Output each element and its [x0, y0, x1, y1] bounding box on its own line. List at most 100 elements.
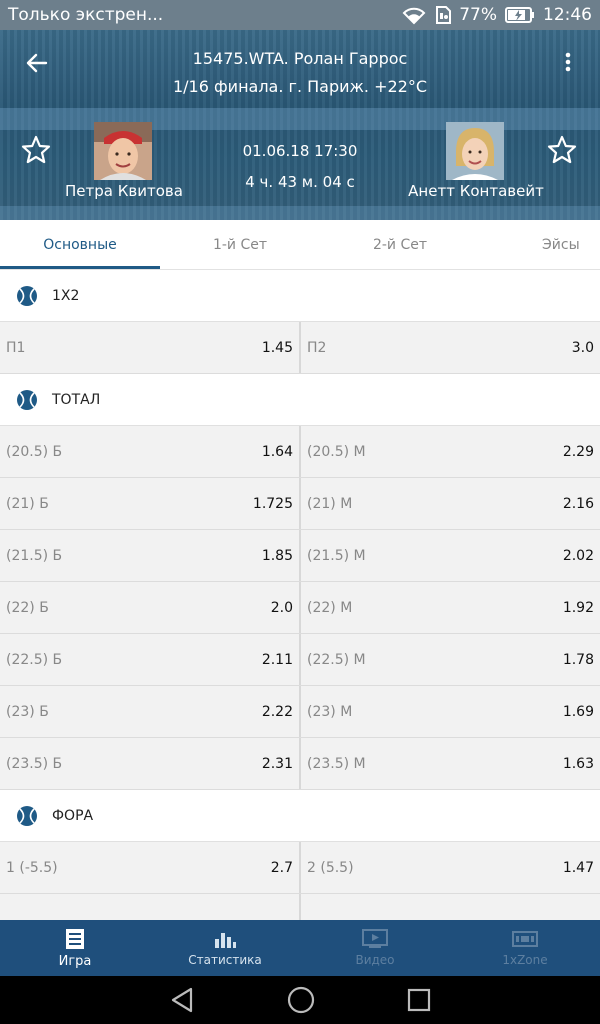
back-triangle-icon[interactable]: [169, 986, 195, 1014]
odds-value: 2.0: [270, 599, 293, 616]
nav-label: Игра: [58, 953, 92, 969]
odds-cell[interactable]: (23) М 1.69: [301, 686, 600, 737]
odds-label: 1 (-5.5): [6, 859, 58, 876]
odds-cell[interactable]: (21) Б 1.725: [0, 478, 301, 529]
odds-cell[interactable]: [0, 894, 301, 920]
odds-cell[interactable]: П1 1.45: [0, 322, 301, 373]
odds-label: 2 (5.5): [307, 859, 354, 876]
back-button[interactable]: [22, 50, 52, 76]
table-row: (22.5) Б 2.11 (22.5) М 1.78: [0, 634, 600, 686]
odds-value: 2.16: [562, 495, 594, 512]
nav-video[interactable]: Видео: [300, 920, 450, 976]
status-notification: Только экстрен...: [8, 5, 164, 25]
nav-1xzone[interactable]: 1xZone: [450, 920, 600, 976]
home-circle-icon[interactable]: [287, 986, 315, 1014]
odds-cell[interactable]: 2 (5.5) 1.47: [301, 842, 600, 893]
favorite-player1-button[interactable]: [20, 134, 52, 166]
table-row: (21) Б 1.725 (21) М 2.16: [0, 478, 600, 530]
section-title: ТОТАЛ: [52, 391, 101, 408]
odds-label: (22.5) М: [307, 651, 366, 668]
stadium-banner-lower: [0, 206, 600, 220]
odds-value: 2.22: [261, 703, 293, 720]
odds-value: 2.11: [261, 651, 293, 668]
odds-value: 2.7: [270, 859, 293, 876]
table-row: П1 1.45 П2 3.0: [0, 322, 600, 374]
odds-label: (21.5) М: [307, 547, 366, 564]
odds-label: (21) М: [307, 495, 353, 512]
odds-value: 1.725: [252, 495, 293, 512]
odds-cell[interactable]: (22) М 1.92: [301, 582, 600, 633]
table-row: (20.5) Б 1.64 (20.5) М 2.29: [0, 426, 600, 478]
odds-cell[interactable]: (21) М 2.16: [301, 478, 600, 529]
player2-name: Анетт Контавейт: [408, 182, 544, 200]
odds-label: (22) М: [307, 599, 353, 616]
odds-cell[interactable]: (22.5) Б 2.11: [0, 634, 301, 685]
event-subtitle: 1/16 финала. г. Париж. +22°C: [172, 77, 428, 96]
nav-label: 1xZone: [502, 953, 548, 967]
match-header: 15475.WTA. Ролан Гаррос 1/16 финала. г. …: [0, 30, 600, 220]
odds-cell[interactable]: 1 (-5.5) 2.7: [0, 842, 301, 893]
tennis-ball-icon: [17, 389, 37, 410]
odds-cell[interactable]: (20.5) М 2.29: [301, 426, 600, 477]
section-title: ФОРА: [52, 807, 94, 824]
odds-label: (20.5) Б: [6, 443, 63, 460]
odds-value: 2.02: [562, 547, 594, 564]
stats-icon: [215, 933, 236, 948]
odds-cell[interactable]: (22.5) М 1.78: [301, 634, 600, 685]
tab-aces[interactable]: Эйсы: [500, 220, 600, 270]
arrow-left-icon: [26, 53, 48, 73]
odds-value: 1.64: [261, 443, 293, 460]
odds-value: 1.45: [261, 339, 293, 356]
odds-label: (23) Б: [6, 703, 49, 720]
table-row: [0, 894, 600, 920]
video-icon: [362, 929, 388, 948]
player2-avatar: [446, 122, 504, 180]
star-outline-icon: [547, 135, 577, 164]
odds-label: (23) М: [307, 703, 353, 720]
nav-game[interactable]: Игра: [0, 920, 150, 976]
odds-value: 1.78: [562, 651, 594, 668]
tab-main[interactable]: Основные: [0, 220, 160, 270]
odds-cell[interactable]: (21.5) Б 1.85: [0, 530, 301, 581]
odds-cell[interactable]: (23.5) М 1.63: [301, 738, 600, 789]
tab-set-1[interactable]: 1-й Сет: [160, 220, 320, 270]
odds-value: 1.63: [562, 755, 594, 772]
markets-list[interactable]: 1X2 П1 1.45 П2 3.0 ТОТАЛ (20.5) Б 1.64 (20.…: [0, 270, 600, 920]
overflow-menu-button[interactable]: [556, 48, 580, 76]
odds-value: 1.69: [562, 703, 594, 720]
game-icon: [66, 928, 84, 949]
odds-label: (21.5) Б: [6, 547, 63, 564]
zone-icon: [512, 931, 538, 947]
nav-label: Видео: [355, 953, 395, 967]
battery-icon: [505, 6, 535, 24]
player1-avatar: [94, 122, 152, 180]
odds-cell[interactable]: П2 3.0: [301, 322, 600, 373]
odds-cell[interactable]: (23) Б 2.22: [0, 686, 301, 737]
tab-indicator: [0, 266, 160, 269]
odds-label: (23.5) М: [307, 755, 366, 772]
section-header-1x2[interactable]: 1X2: [0, 270, 600, 322]
sim-icon: [435, 5, 452, 25]
odds-cell[interactable]: (22) Б 2.0: [0, 582, 301, 633]
match-datetime: 01.06.18 17:30: [242, 142, 358, 160]
section-header-handicap[interactable]: ФОРА: [0, 790, 600, 842]
odds-value: 2.29: [562, 443, 594, 460]
tab-set-2[interactable]: 2-й Сет: [320, 220, 480, 270]
odds-cell[interactable]: [301, 894, 600, 920]
recents-square-icon[interactable]: [407, 988, 431, 1012]
odds-cell[interactable]: (21.5) М 2.02: [301, 530, 600, 581]
table-row: 1 (-5.5) 2.7 2 (5.5) 1.47: [0, 842, 600, 894]
star-outline-icon: [21, 135, 51, 164]
odds-value: 2.31: [261, 755, 293, 772]
table-row: (23) Б 2.22 (23) М 1.69: [0, 686, 600, 738]
odds-cell[interactable]: (23.5) Б 2.31: [0, 738, 301, 789]
match-duration: 4 ч. 43 м. 04 с: [245, 173, 355, 191]
section-header-total[interactable]: ТОТАЛ: [0, 374, 600, 426]
tennis-ball-icon: [17, 285, 37, 306]
favorite-player2-button[interactable]: [546, 134, 578, 166]
nav-statistics[interactable]: Статистика: [150, 920, 300, 976]
battery-percent: 77%: [459, 5, 497, 25]
more-vertical-icon: [565, 52, 571, 72]
odds-value: 1.47: [562, 859, 594, 876]
odds-cell[interactable]: (20.5) Б 1.64: [0, 426, 301, 477]
